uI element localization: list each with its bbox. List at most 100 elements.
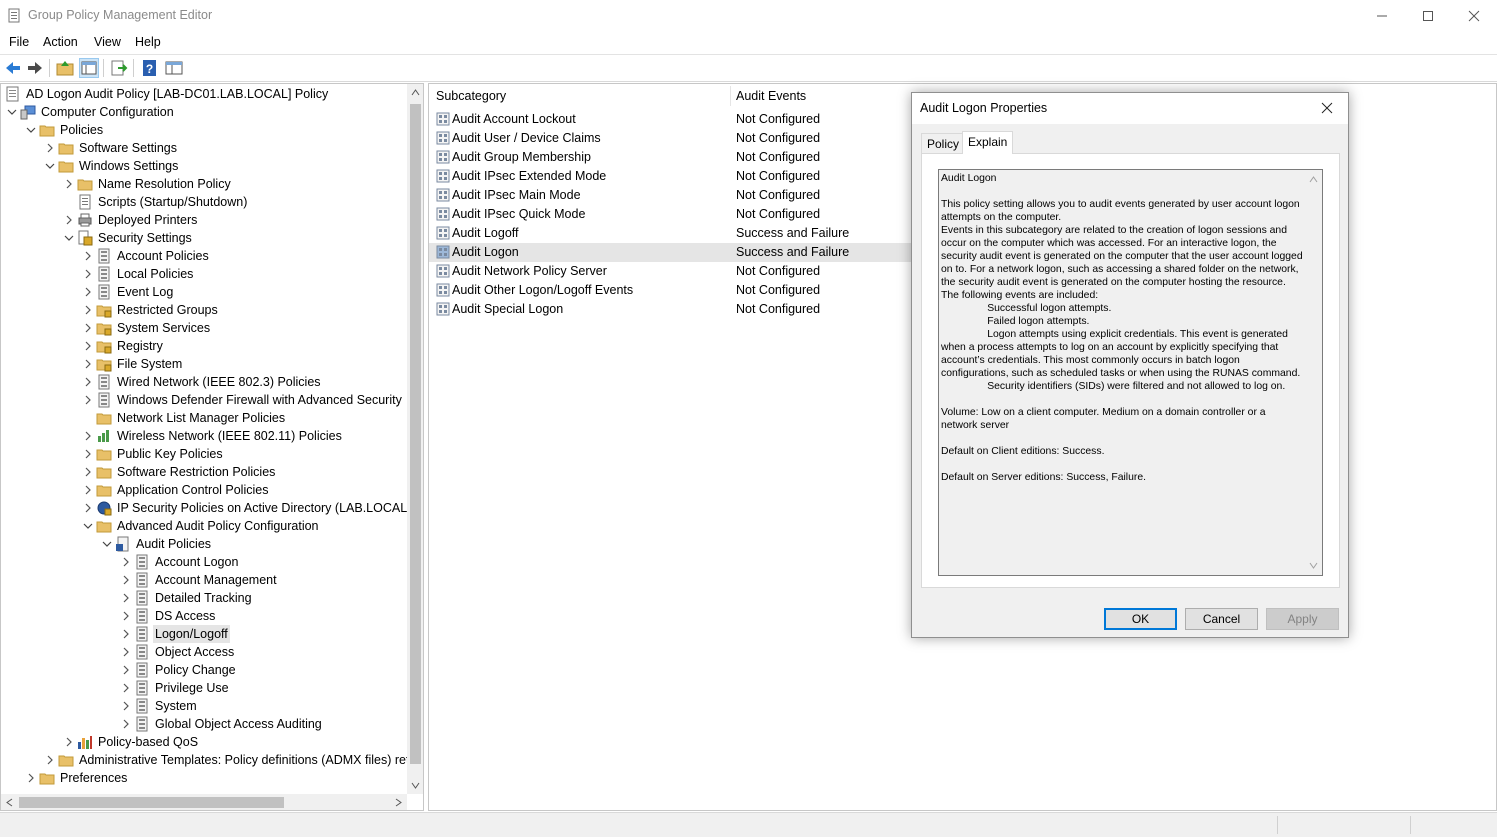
subcategory-cell: Audit Account Lockout bbox=[452, 112, 576, 126]
menu-file[interactable]: File bbox=[9, 35, 29, 49]
cancel-button[interactable]: Cancel bbox=[1185, 608, 1258, 630]
scroll-up-icon[interactable] bbox=[411, 88, 420, 97]
expand-chevron-icon[interactable] bbox=[82, 499, 94, 517]
tab-explain[interactable]: Explain bbox=[962, 131, 1014, 154]
expand-chevron-icon[interactable] bbox=[120, 697, 132, 715]
scroll-left-icon[interactable] bbox=[5, 798, 14, 807]
dialog-title-bar: Audit Logon Properties bbox=[912, 93, 1348, 124]
list-row[interactable]: Audit Logon Success and Failure bbox=[429, 243, 914, 262]
tree-item-label: Computer Configuration bbox=[41, 105, 174, 119]
tree-vertical-scrollbar[interactable] bbox=[407, 84, 423, 794]
expand-chevron-icon[interactable] bbox=[82, 301, 94, 319]
column-header-subcategory[interactable]: Subcategory bbox=[436, 89, 506, 103]
tree-vertical-scroll-thumb[interactable] bbox=[410, 104, 421, 764]
expand-chevron-icon[interactable] bbox=[82, 247, 94, 265]
menu-view[interactable]: View bbox=[94, 35, 121, 49]
expand-chevron-icon[interactable] bbox=[120, 571, 132, 589]
collapse-chevron-icon[interactable] bbox=[25, 121, 37, 139]
audit-subcategory-icon bbox=[436, 207, 450, 221]
expand-chevron-icon[interactable] bbox=[120, 715, 132, 733]
expand-chevron-icon[interactable] bbox=[82, 373, 94, 391]
expand-chevron-icon[interactable] bbox=[120, 661, 132, 679]
list-row[interactable]: Audit IPsec Quick Mode Not Configured bbox=[429, 205, 914, 224]
policy-book-icon bbox=[134, 626, 150, 642]
expand-chevron-icon[interactable] bbox=[44, 751, 56, 769]
audit-events-cell: Not Configured bbox=[736, 283, 821, 297]
collapse-chevron-icon[interactable] bbox=[6, 103, 18, 121]
close-window-button[interactable] bbox=[1451, 0, 1497, 31]
expand-chevron-icon[interactable] bbox=[120, 679, 132, 697]
list-row[interactable]: Audit IPsec Extended Mode Not Configured bbox=[429, 167, 914, 186]
scroll-down-icon[interactable] bbox=[411, 781, 420, 790]
expand-chevron-icon[interactable] bbox=[63, 733, 75, 751]
expand-chevron-icon[interactable] bbox=[82, 319, 94, 337]
expand-chevron-icon[interactable] bbox=[82, 427, 94, 445]
expand-chevron-icon[interactable] bbox=[120, 589, 132, 607]
ok-button[interactable]: OK bbox=[1104, 608, 1177, 630]
dialog-close-icon[interactable] bbox=[1320, 101, 1334, 115]
export-list-button[interactable] bbox=[109, 58, 129, 78]
explain-scroll-down-icon[interactable] bbox=[1309, 561, 1318, 570]
up-folder-button[interactable] bbox=[55, 58, 75, 78]
list-row[interactable]: Audit IPsec Main Mode Not Configured bbox=[429, 186, 914, 205]
tree-item-label: Preferences bbox=[60, 771, 128, 785]
audit-subcategory-icon bbox=[436, 169, 450, 183]
expand-chevron-icon[interactable] bbox=[63, 175, 75, 193]
expand-chevron-icon[interactable] bbox=[120, 643, 132, 661]
tree-horizontal-scrollbar[interactable] bbox=[1, 794, 407, 810]
tree-item-label: System bbox=[155, 699, 197, 713]
tab-policy[interactable]: Policy bbox=[921, 133, 966, 154]
help-button[interactable]: ? bbox=[140, 58, 160, 78]
collapse-chevron-icon[interactable] bbox=[82, 517, 94, 535]
expand-chevron-icon[interactable] bbox=[82, 355, 94, 373]
collapse-chevron-icon[interactable] bbox=[101, 535, 113, 553]
tree-horizontal-scroll-thumb[interactable] bbox=[19, 797, 284, 808]
list-row[interactable]: Audit Special Logon Not Configured bbox=[429, 300, 914, 319]
apply-button[interactable]: Apply bbox=[1266, 608, 1339, 630]
expand-chevron-icon[interactable] bbox=[82, 265, 94, 283]
expand-chevron-icon[interactable] bbox=[82, 391, 94, 409]
menu-action[interactable]: Action bbox=[43, 35, 78, 49]
expand-chevron-icon[interactable] bbox=[63, 211, 75, 229]
expand-chevron-icon[interactable] bbox=[82, 283, 94, 301]
column-header-audit-events[interactable]: Audit Events bbox=[736, 89, 806, 103]
minimize-button[interactable] bbox=[1359, 0, 1405, 31]
help-icon: ? bbox=[143, 60, 156, 76]
scroll-right-icon[interactable] bbox=[394, 798, 403, 807]
expand-chevron-icon[interactable] bbox=[120, 625, 132, 643]
properties-view-button[interactable] bbox=[164, 58, 184, 78]
expand-chevron-icon[interactable] bbox=[82, 481, 94, 499]
collapse-chevron-icon[interactable] bbox=[44, 157, 56, 175]
expand-chevron-icon[interactable] bbox=[120, 607, 132, 625]
list-row[interactable]: Audit Logoff Success and Failure bbox=[429, 224, 914, 243]
expand-chevron-icon[interactable] bbox=[82, 337, 94, 355]
list-row[interactable]: Audit Other Logon/Logoff Events Not Confi… bbox=[429, 281, 914, 300]
list-row[interactable]: Audit Network Policy Server Not Configure… bbox=[429, 262, 914, 281]
collapse-chevron-icon[interactable] bbox=[63, 229, 75, 247]
list-row[interactable]: Audit Group Membership Not Configured bbox=[429, 148, 914, 167]
explain-scrollbar[interactable] bbox=[1305, 170, 1322, 575]
tree-item-label: Public Key Policies bbox=[117, 447, 223, 461]
back-button[interactable] bbox=[3, 58, 23, 78]
forward-button[interactable] bbox=[25, 58, 45, 78]
explain-scroll-up-icon[interactable] bbox=[1309, 175, 1318, 184]
maximize-button[interactable] bbox=[1405, 0, 1451, 31]
console-tree-pane[interactable]: AD Logon Audit Policy [LAB-DC01.LAB.LOCA… bbox=[0, 83, 424, 811]
menu-help[interactable]: Help bbox=[135, 35, 161, 49]
folder-icon bbox=[96, 446, 112, 462]
policy-book-icon bbox=[134, 554, 150, 570]
locked-folder-icon bbox=[96, 338, 112, 354]
expand-chevron-icon[interactable] bbox=[44, 139, 56, 157]
explain-text-box[interactable]: Audit Logon This policy setting allows y… bbox=[938, 169, 1323, 576]
list-row[interactable]: Audit User / Device Claims Not Configured bbox=[429, 129, 914, 148]
show-hide-console-tree-button[interactable] bbox=[79, 58, 99, 78]
policy-book-icon bbox=[134, 644, 150, 660]
locked-folder-icon bbox=[96, 356, 112, 372]
expand-chevron-icon[interactable] bbox=[82, 445, 94, 463]
tree-item-label: Advanced Audit Policy Configuration bbox=[117, 519, 319, 533]
expand-chevron-icon[interactable] bbox=[82, 463, 94, 481]
expand-chevron-icon[interactable] bbox=[25, 769, 37, 787]
tree-root-label: AD Logon Audit Policy [LAB-DC01.LAB.LOCA… bbox=[26, 87, 329, 101]
expand-chevron-icon[interactable] bbox=[120, 553, 132, 571]
list-row[interactable]: Audit Account Lockout Not Configured bbox=[429, 110, 914, 129]
